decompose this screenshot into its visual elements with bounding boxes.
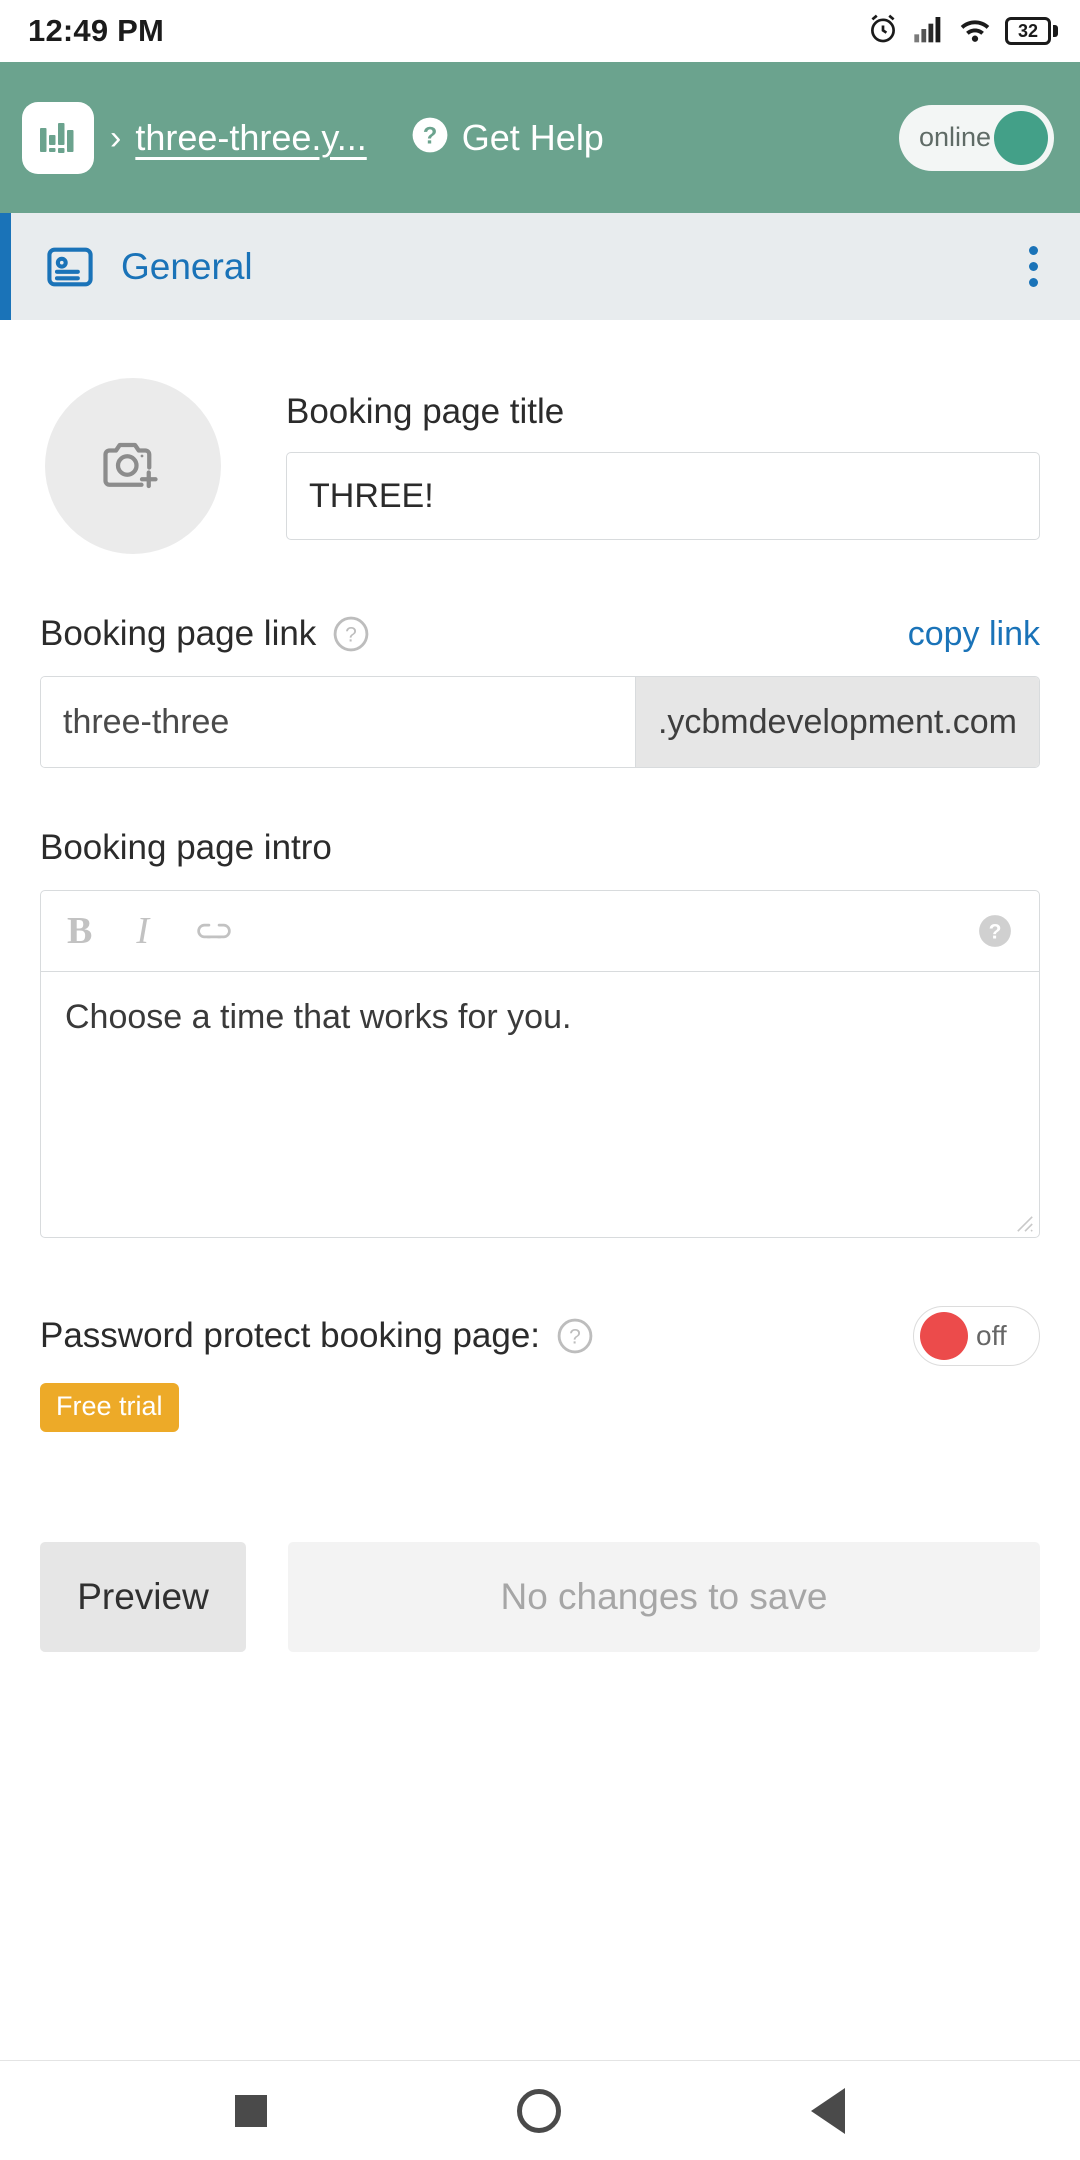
svg-text:?: ? — [569, 1326, 581, 1349]
add-photo-camera-icon — [103, 442, 158, 489]
booking-page-slug-input[interactable]: three-three — [41, 677, 635, 767]
booking-page-title-row: Booking page title THREE! — [40, 320, 1040, 554]
get-help-label: Get Help — [461, 116, 604, 158]
editor-toolbar: B I ? — [41, 891, 1039, 972]
password-toggle-knob — [920, 1312, 968, 1360]
booking-page-intro-label: Booking page intro — [40, 828, 332, 867]
triangle-back-icon[interactable] — [811, 2087, 845, 2134]
battery-level-label: 32 — [1017, 21, 1039, 41]
question-mark-circle-icon[interactable]: ? — [333, 616, 369, 652]
booking-page-intro-editor: B I ? Choose a time that works for you. — [40, 890, 1040, 1238]
circle-home-icon[interactable] — [517, 2088, 561, 2133]
password-protect-label: Password protect booking page: — [40, 1316, 541, 1355]
svg-text:?: ? — [423, 123, 438, 150]
kebab-menu-icon[interactable] — [1017, 236, 1050, 297]
copy-link-button[interactable]: copy link — [908, 615, 1040, 654]
password-protect-toggle[interactable]: off — [913, 1306, 1040, 1366]
app-header-bar: › three-three.y... ? Get Help online — [0, 62, 1080, 213]
bold-button[interactable]: B — [67, 912, 92, 950]
phone-screen: 12:49 PM 32 › three-three.y... ? Get Hel… — [0, 0, 1080, 2160]
battery-icon: 32 — [1005, 17, 1058, 45]
breadcrumb-link[interactable]: three-three.y... — [135, 117, 366, 159]
booking-page-title-input[interactable]: THREE! — [286, 452, 1040, 540]
svg-text:?: ? — [345, 624, 357, 647]
link-chain-icon[interactable] — [193, 916, 235, 946]
avatar-upload[interactable] — [45, 378, 221, 554]
action-buttons-row: Preview No changes to save — [40, 1542, 1040, 1652]
booking-page-domain-suffix: .ycbmdevelopment.com — [634, 677, 1039, 767]
password-protect-row: Password protect booking page: ? off — [40, 1306, 1040, 1366]
save-button[interactable]: No changes to save — [288, 1542, 1040, 1652]
booking-page-title-field: Booking page title THREE! — [286, 378, 1040, 540]
wifi-icon — [958, 14, 992, 49]
status-bar: 12:49 PM 32 — [0, 0, 1080, 62]
bar-chart-logo-icon — [40, 122, 74, 153]
preview-button[interactable]: Preview — [40, 1542, 246, 1652]
question-mark-circle-icon: ? — [411, 116, 449, 159]
tab-general-label: General — [121, 245, 253, 287]
booking-page-link-label: Booking page link — [40, 614, 317, 653]
online-status-toggle[interactable]: online — [899, 104, 1054, 171]
contact-card-icon — [44, 241, 96, 293]
get-help-button[interactable]: ? Get Help — [411, 116, 604, 159]
booking-page-link-section: Booking page link ? copy link three-thre… — [40, 614, 1040, 768]
free-trial-badge: Free trial — [40, 1383, 179, 1432]
booking-page-link-row: three-three .ycbmdevelopment.com — [40, 676, 1040, 768]
booking-page-intro-section: Booking page intro B I ? Choose a time t… — [40, 828, 1040, 1238]
booking-page-intro-textarea[interactable]: Choose a time that works for you. — [41, 972, 1039, 1237]
svg-text:?: ? — [989, 921, 1002, 944]
online-toggle-knob — [994, 110, 1048, 165]
alarm-icon — [866, 12, 900, 51]
question-mark-circle-icon[interactable]: ? — [557, 1318, 593, 1354]
square-recents-icon[interactable] — [235, 2094, 267, 2127]
android-nav-bar — [0, 2060, 1080, 2160]
status-bar-icons: 32 — [866, 12, 1058, 51]
editor-help-icon[interactable]: ? — [977, 913, 1013, 949]
resize-grip-icon[interactable] — [1016, 1215, 1034, 1233]
tab-general[interactable]: General — [0, 213, 1080, 320]
italic-button[interactable]: I — [136, 912, 149, 950]
breadcrumb-separator: › — [110, 118, 122, 157]
booking-page-link-header: Booking page link ? copy link — [40, 614, 1040, 654]
booking-page-title-label: Booking page title — [286, 392, 565, 431]
status-bar-clock: 12:49 PM — [28, 13, 164, 48]
general-settings-panel: Booking page title THREE! Booking page l… — [0, 320, 1080, 2060]
online-status-label: online — [919, 122, 992, 152]
cellular-signal-icon — [913, 14, 945, 49]
password-toggle-label: off — [976, 1320, 1007, 1351]
app-logo[interactable] — [22, 101, 94, 174]
booking-page-intro-header: Booking page intro — [40, 828, 1040, 868]
